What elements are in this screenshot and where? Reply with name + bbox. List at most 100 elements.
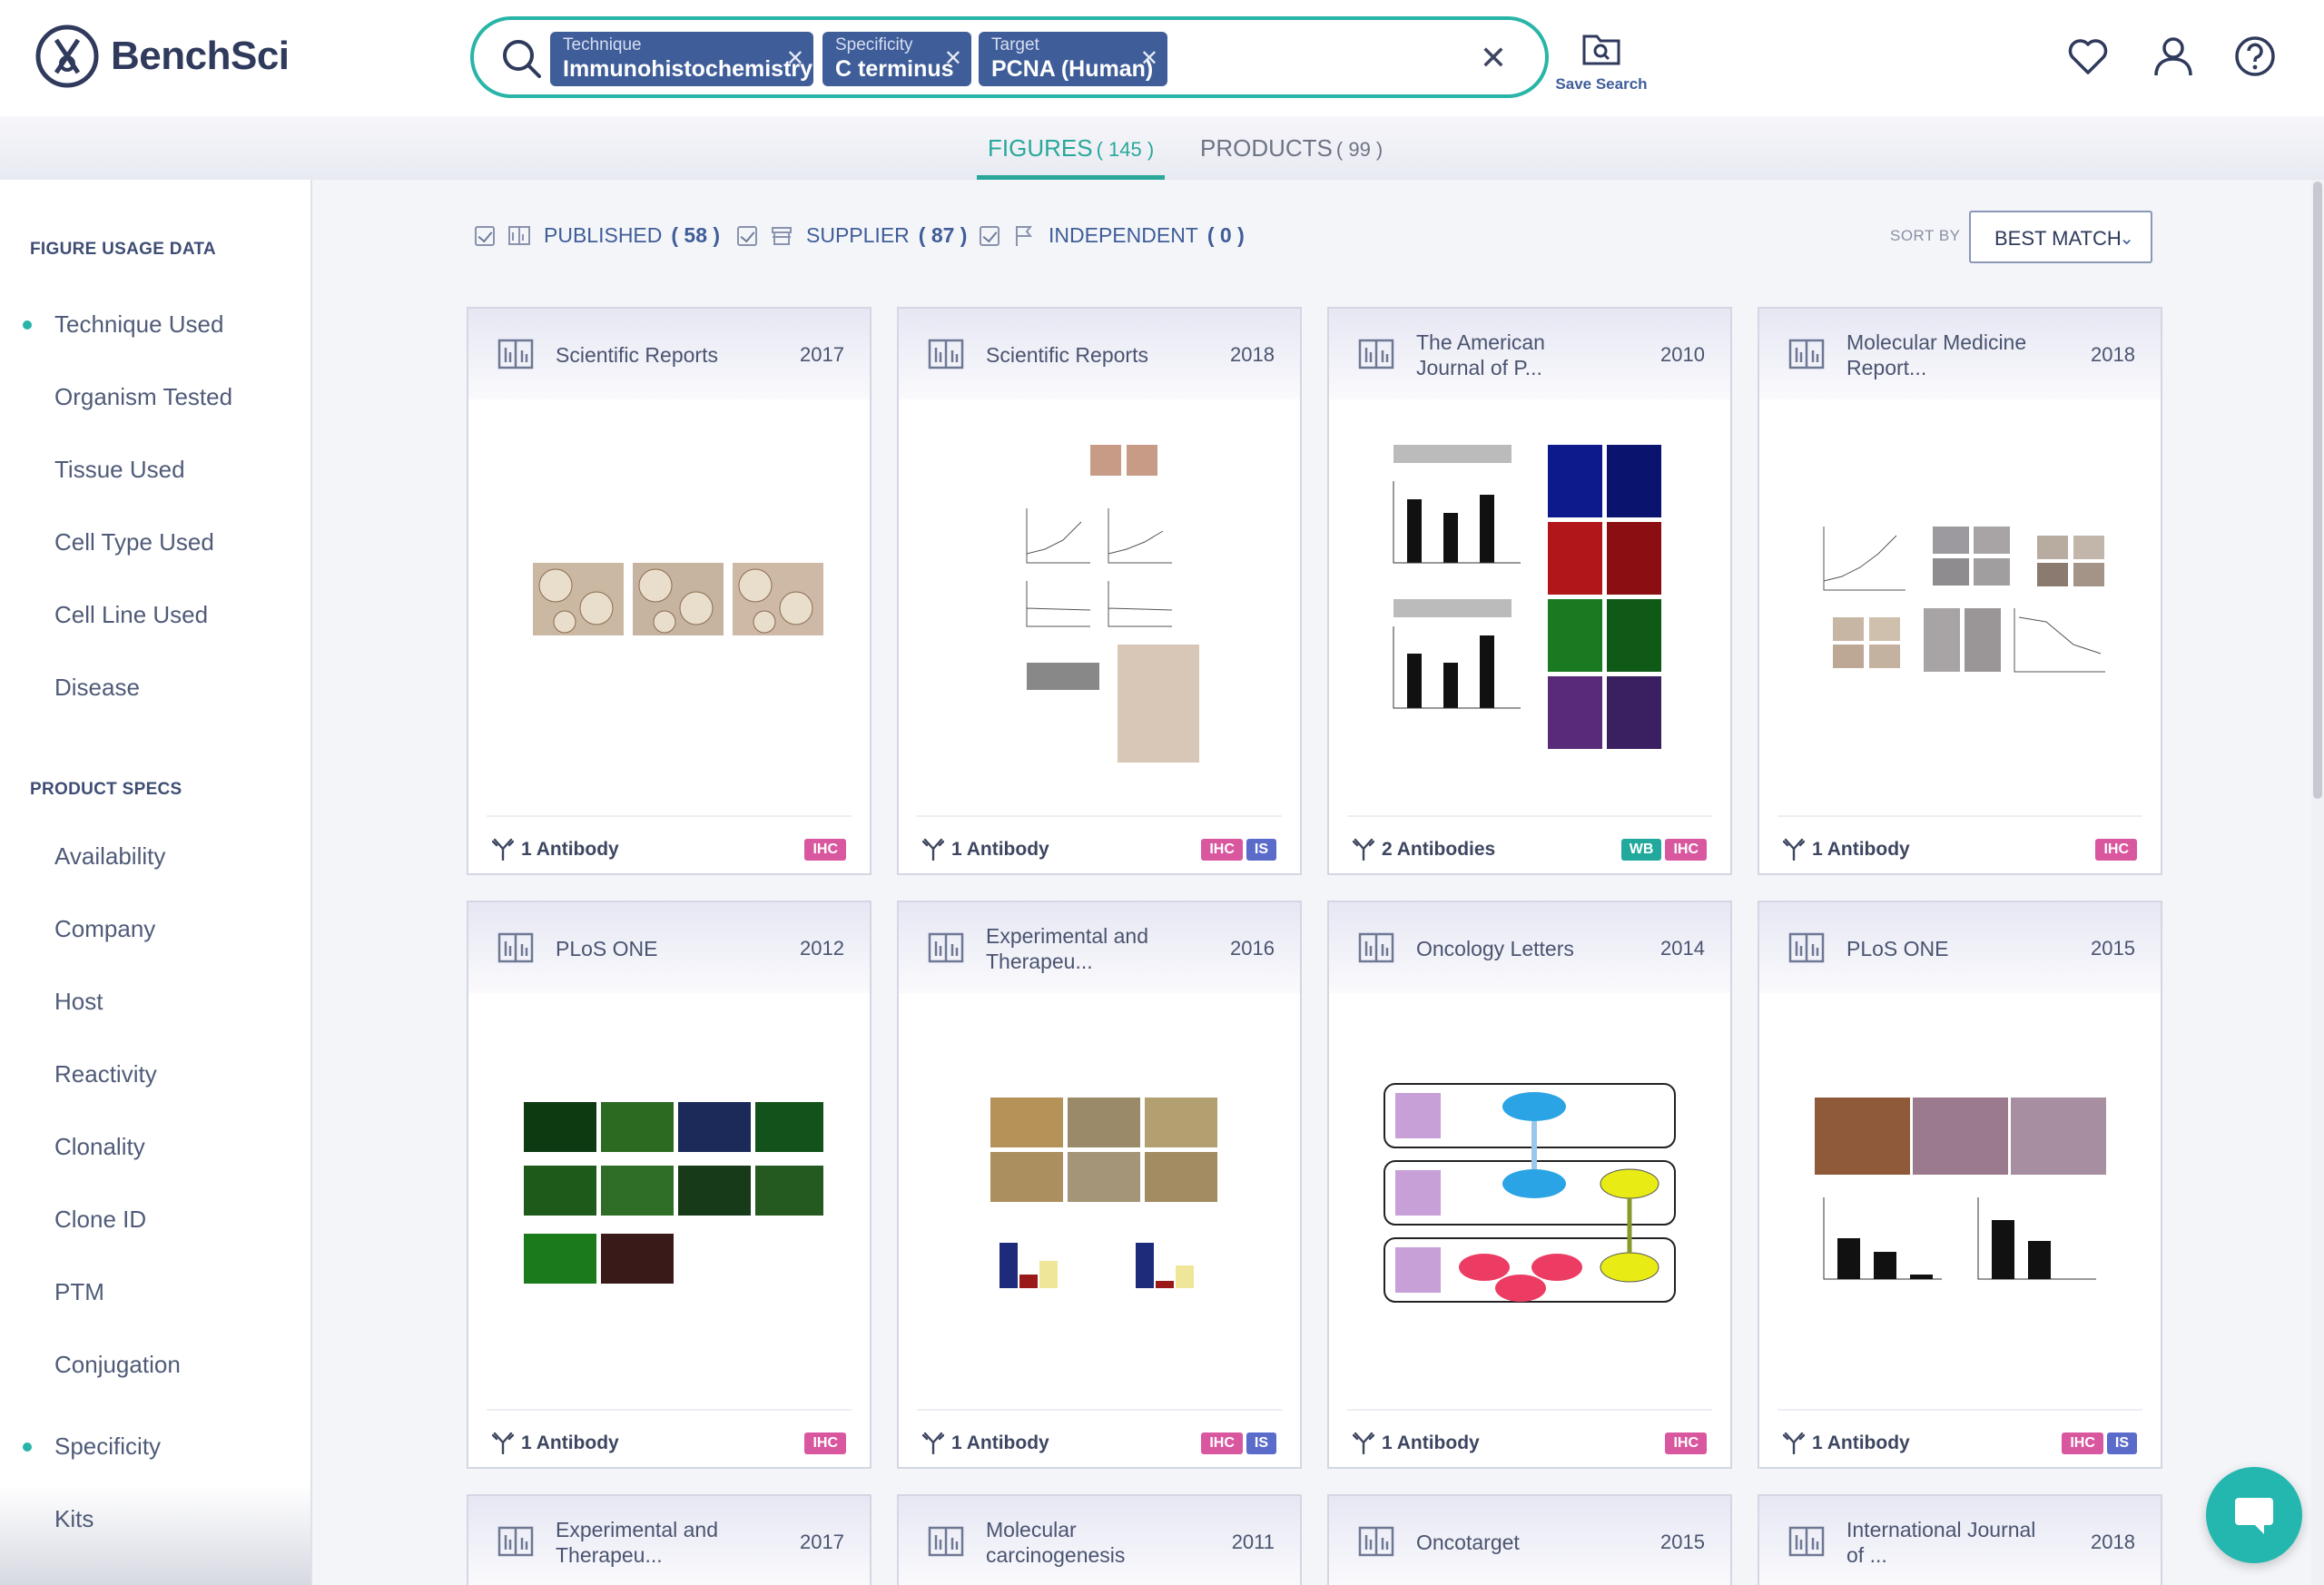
filter-supplier[interactable]: SUPPLIER ( 87 )	[737, 223, 967, 248]
figure-card[interactable]: Scientific Reports 2017 1 Antibody IHC	[467, 307, 872, 875]
card-header: PLoS ONE 2015	[1759, 902, 2161, 993]
close-icon[interactable]: ✕	[1480, 42, 1507, 74]
sidebar-item-tissue-used[interactable]: Tissue Used	[54, 456, 185, 484]
technique-badges: IHC IS	[1201, 839, 1276, 861]
search-chip-specificity[interactable]: Specificity C terminus ✕	[822, 32, 971, 86]
tab-products[interactable]: PRODUCTS( 99 )	[1200, 134, 1383, 180]
filter-independent[interactable]: INDEPENDENT ( 0 )	[980, 223, 1245, 248]
tab-label: PRODUCTS	[1200, 134, 1333, 162]
remove-chip-icon[interactable]: ✕	[1140, 48, 1158, 70]
sidebar-item-cell-line-used[interactable]: Cell Line Used	[54, 601, 208, 629]
sidebar-item-host[interactable]: Host	[54, 988, 103, 1016]
sidebar-item-organism-tested[interactable]: Organism Tested	[54, 383, 232, 411]
card-footer: 1 Antibody IHC	[1777, 815, 2142, 873]
figure-card[interactable]: Molecular carcinogenesis 2011	[897, 1494, 1302, 1585]
independent-checkbox[interactable]	[980, 225, 1000, 246]
sidebar-item-ptm[interactable]: PTM	[54, 1278, 104, 1306]
journal-name: PLoS ONE	[556, 937, 658, 960]
journal-name: Oncotarget	[1416, 1531, 1520, 1554]
sidebar-item-technique-used[interactable]: Technique Used	[54, 310, 223, 339]
publication-year: 2017	[800, 343, 844, 366]
journal-icon	[497, 932, 534, 963]
figure-card[interactable]: Experimental and Therapeu... 2016 1 Anti…	[897, 901, 1302, 1469]
journal-icon	[497, 339, 534, 369]
sidebar-item-kits[interactable]: Kits	[54, 1505, 94, 1533]
sidebar-item-disease[interactable]: Disease	[54, 674, 140, 702]
card-header: Molecular Medicine Report... 2018	[1759, 309, 2161, 399]
remove-chip-icon[interactable]: ✕	[944, 48, 962, 70]
tab-figures[interactable]: FIGURES( 145 )	[977, 134, 1166, 180]
figure-card[interactable]: PLoS ONE 2012 1 Antibody IHC	[467, 901, 872, 1469]
journal-icon	[1788, 932, 1825, 963]
user-icon[interactable]	[2152, 34, 2195, 78]
card-footer: 1 Antibody IHC	[487, 815, 852, 873]
figure-thumbnail[interactable]	[1356, 1002, 1703, 1383]
publication-year: 2015	[1660, 1531, 1705, 1553]
sidebar-item-conjugation[interactable]: Conjugation	[54, 1351, 181, 1379]
active-tab-indicator	[977, 175, 1166, 180]
chip-value: PCNA (Human)	[991, 56, 1154, 82]
sidebar-item-cell-type-used[interactable]: Cell Type Used	[54, 528, 214, 556]
journal-name: The American Journal of P...	[1416, 330, 1545, 379]
sidebar-item-clone-id[interactable]: Clone ID	[54, 1206, 146, 1234]
supplier-checkbox[interactable]	[737, 225, 757, 246]
card-footer: 1 Antibody IHC IS	[917, 815, 1282, 873]
active-filter-dot	[23, 320, 32, 330]
figure-card[interactable]: Scientific Reports 2018 1 Antibody IHC IS	[897, 307, 1302, 875]
figure-thumbnail[interactable]	[1787, 1002, 2133, 1383]
figure-thumbnail[interactable]	[496, 1002, 842, 1383]
technique-badge: IHC	[1665, 839, 1707, 861]
antibody-count: 1 Antibody	[1812, 839, 1910, 860]
chat-button[interactable]	[2206, 1467, 2302, 1563]
journal-name: Scientific Reports	[986, 343, 1148, 367]
technique-badges: IHC	[1665, 1432, 1707, 1454]
figure-card[interactable]: PLoS ONE 2015 1 Antibody IHC IS	[1758, 901, 2162, 1469]
journal-icon	[928, 339, 964, 369]
sidebar-item-clonality[interactable]: Clonality	[54, 1133, 145, 1161]
figure-thumbnail[interactable]	[1356, 409, 1703, 790]
antibody-icon	[492, 1432, 514, 1454]
technique-badge: IS	[2106, 1432, 2137, 1454]
heart-icon[interactable]	[2066, 34, 2110, 78]
figure-card[interactable]: Oncology Letters 2014 1 Antibody IHC	[1327, 901, 1732, 1469]
figure-card[interactable]: Molecular Medicine Report... 2018 1 Anti…	[1758, 307, 2162, 875]
sort-select[interactable]: BEST MATCH ⌄	[1969, 211, 2152, 263]
figure-card[interactable]: Oncotarget 2015	[1327, 1494, 1732, 1585]
sidebar-item-availability[interactable]: Availability	[54, 842, 165, 871]
card-footer: 1 Antibody IHC	[1347, 1409, 1712, 1467]
figure-thumbnail[interactable]	[926, 409, 1273, 790]
sidebar-item-company[interactable]: Company	[54, 915, 155, 943]
figure-card[interactable]: The American Journal of P... 2010 2 Anti…	[1327, 307, 1732, 875]
scrollbar-thumb[interactable]	[2313, 182, 2322, 799]
journal-name: Molecular Medicine Report...	[1846, 330, 2027, 379]
published-checkbox[interactable]	[475, 225, 495, 246]
technique-badges: IHC	[2095, 839, 2137, 861]
figure-thumbnail[interactable]	[496, 409, 842, 790]
filter-published[interactable]: PUBLISHED ( 58 )	[475, 223, 720, 248]
search-chip-target[interactable]: Target PCNA (Human) ✕	[979, 32, 1167, 86]
search-chip-technique[interactable]: Technique Immunohistochemistry ✕	[550, 32, 813, 86]
top-header: BenchSci Technique Immunohistochemistry …	[0, 0, 2324, 116]
antibody-count: 1 Antibody	[1812, 1432, 1910, 1453]
help-icon[interactable]	[2233, 34, 2277, 78]
chip-label: Specificity	[835, 35, 913, 54]
figure-thumbnail[interactable]	[1787, 409, 2133, 790]
figure-card[interactable]: Experimental and Therapeu... 2017	[467, 1494, 872, 1585]
search-bar[interactable]: Technique Immunohistochemistry ✕ Specifi…	[470, 16, 1549, 98]
figure-card[interactable]: International Journal of ... 2018	[1758, 1494, 2162, 1585]
figure-thumbnail[interactable]	[926, 1002, 1273, 1383]
technique-badge: WB	[1620, 839, 1662, 861]
benchsci-logo-icon	[35, 25, 99, 88]
antibody-icon	[492, 838, 514, 861]
card-header: Oncology Letters 2014	[1329, 902, 1730, 993]
remove-chip-icon[interactable]: ✕	[786, 48, 804, 70]
store-icon	[772, 226, 792, 245]
technique-badges: WB IHC	[1620, 839, 1707, 861]
journal-name: Experimental and Therapeu...	[986, 924, 1148, 973]
sidebar-item-specificity[interactable]: Specificity	[54, 1432, 161, 1461]
publication-year: 2018	[2091, 1531, 2135, 1553]
benchsci-logo[interactable]: BenchSci	[34, 24, 290, 89]
save-search-button[interactable]: Save Search	[1554, 27, 1649, 94]
antibody-icon	[1783, 1432, 1805, 1454]
sidebar-item-reactivity[interactable]: Reactivity	[54, 1060, 157, 1088]
